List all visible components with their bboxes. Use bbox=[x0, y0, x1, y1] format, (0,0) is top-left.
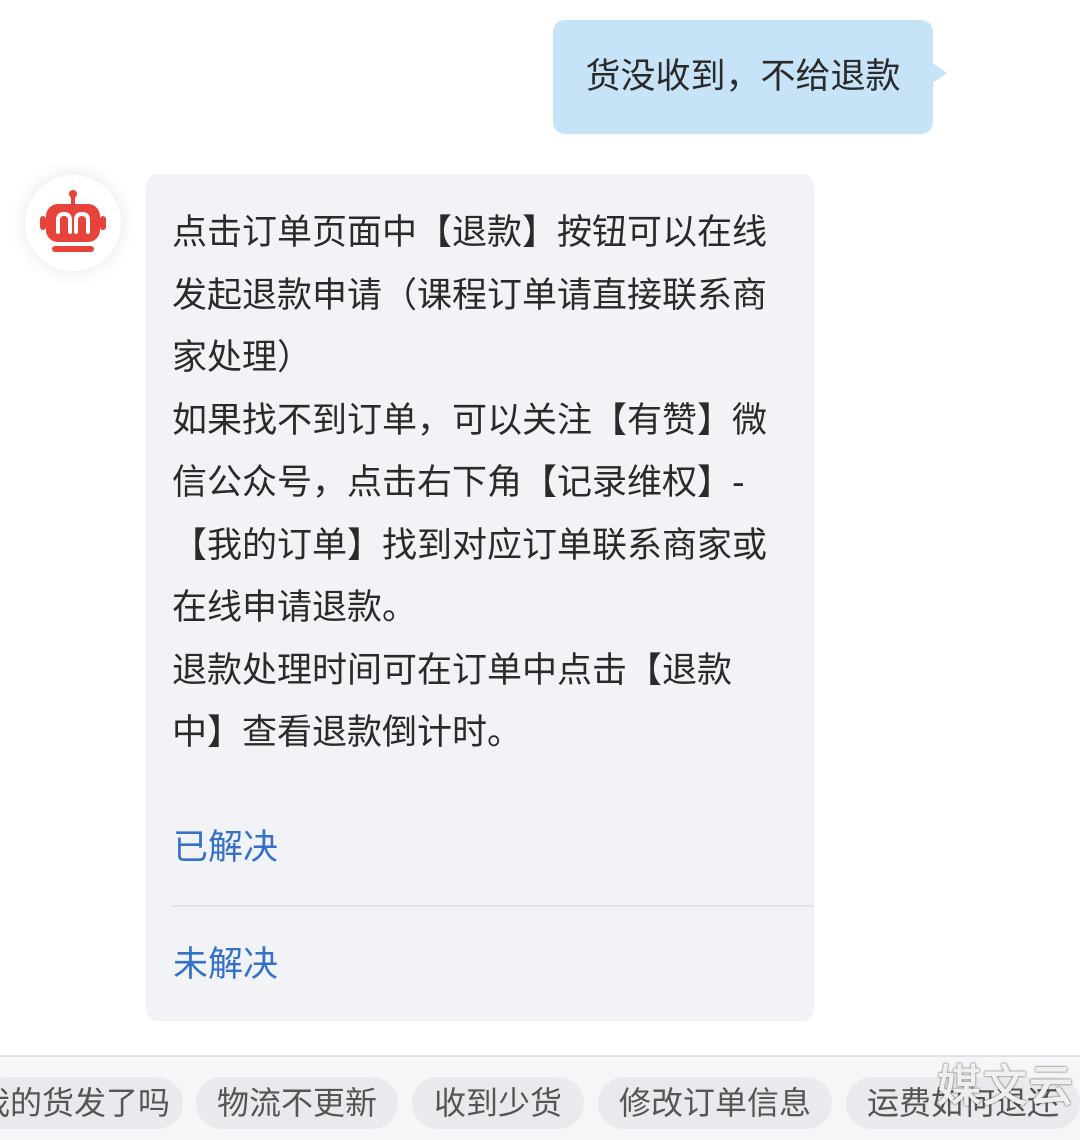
user-message-text: 货没收到，不给退款 bbox=[585, 57, 901, 97]
quick-reply-chip[interactable]: 运费如何退还 bbox=[846, 1077, 1080, 1129]
robot-icon bbox=[40, 190, 106, 252]
bot-message-bubble: 点击订单页面中【退款】按钮可以在线发起退款申请（课程订单请直接联系商家处理） 如… bbox=[146, 174, 814, 1021]
bot-paragraph: 退款处理时间可在订单中点击【退款中】查看退款倒计时。 bbox=[172, 650, 733, 754]
bot-avatar bbox=[25, 175, 121, 271]
quick-reply-chip[interactable]: 修改订单信息 bbox=[598, 1077, 832, 1129]
bot-paragraph: 如果找不到订单，可以关注【有赞】微信公众号，点击右下角【记录维权】-【我的订单】… bbox=[172, 400, 768, 629]
bot-paragraph: 点击订单页面中【退款】按钮可以在线发起退款申请（课程订单请直接联系商家处理） bbox=[172, 213, 768, 378]
quick-reply-bar: 我的货发了吗 物流不更新 收到少货 修改订单信息 运费如何退还 bbox=[0, 1055, 1080, 1140]
resolved-link[interactable]: 已解决 bbox=[173, 828, 278, 868]
divider bbox=[172, 905, 814, 907]
user-message-bubble: 货没收到，不给退款 bbox=[553, 20, 947, 134]
quick-reply-chip[interactable]: 物流不更新 bbox=[196, 1077, 398, 1129]
bot-message-text: 点击订单页面中【退款】按钮可以在线发起退款申请（课程订单请直接联系商家处理） 如… bbox=[172, 202, 782, 765]
quick-reply-chip[interactable]: 收到少货 bbox=[412, 1077, 584, 1129]
bubble-tail bbox=[931, 62, 947, 84]
unresolved-link[interactable]: 未解决 bbox=[173, 945, 278, 985]
quick-reply-chip[interactable]: 我的货发了吗 bbox=[0, 1077, 183, 1129]
